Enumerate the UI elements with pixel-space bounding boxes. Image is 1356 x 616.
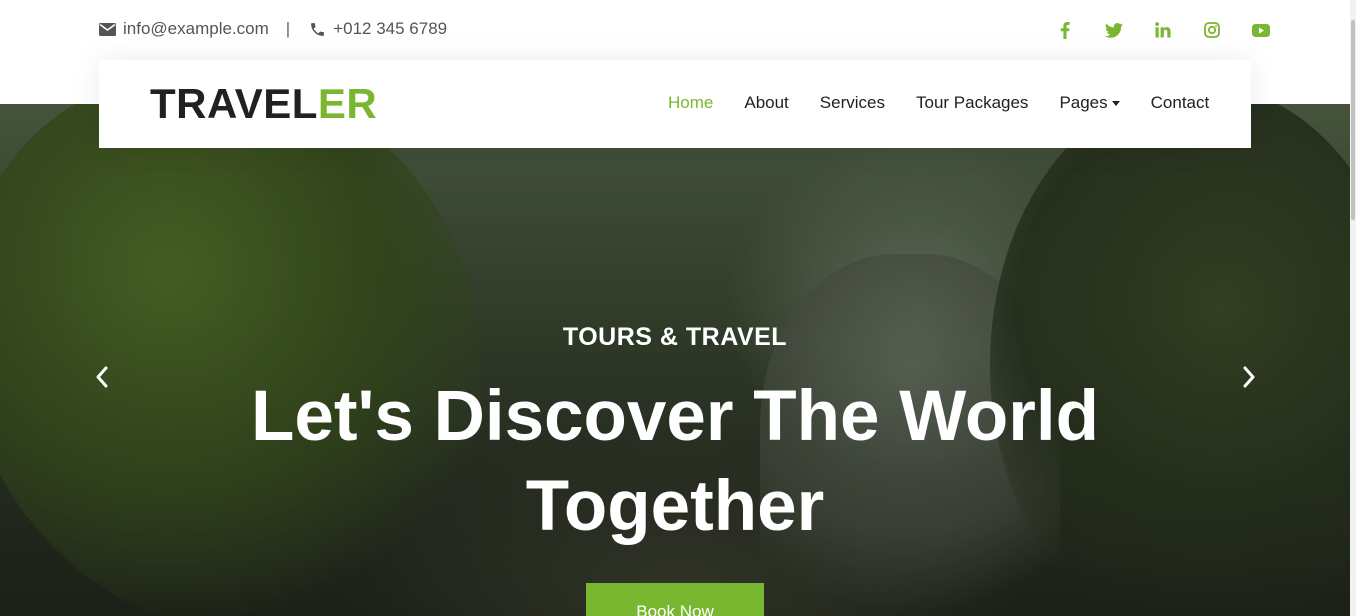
phone-icon <box>307 19 327 39</box>
brand-logo-part1: TRAVEL <box>150 80 318 127</box>
nav-tour-packages[interactable]: Tour Packages <box>916 93 1028 113</box>
facebook-icon[interactable] <box>1040 19 1089 41</box>
main-menu: Home About Services Tour Packages Pages … <box>668 93 1209 113</box>
nav-pages-dropdown[interactable]: Pages <box>1059 93 1120 113</box>
hero-headline: Let's Discover The World Together <box>250 377 1100 546</box>
contact-separator: | <box>285 19 291 38</box>
carousel-prev-icon[interactable] <box>90 362 114 392</box>
caret-down-icon <box>1111 100 1120 106</box>
nav-contact[interactable]: Contact <box>1151 93 1210 113</box>
contact-info: info@example.com | +012 345 6789 <box>97 19 447 39</box>
twitter-icon[interactable] <box>1089 19 1138 41</box>
nav-pages-label: Pages <box>1059 93 1108 112</box>
top-contact-bar: info@example.com | +012 345 6789 <box>0 0 1356 60</box>
social-links <box>1040 19 1285 41</box>
instagram-icon[interactable] <box>1187 19 1236 41</box>
navbar: TRAVELER Home About Services Tour Packag… <box>99 60 1251 148</box>
nav-home[interactable]: Home <box>668 93 713 113</box>
phone-text[interactable]: +012 345 6789 <box>333 19 447 39</box>
nav-about[interactable]: About <box>744 93 788 113</box>
page-scrollbar[interactable] <box>1350 0 1356 616</box>
scrollbar-thumb[interactable] <box>1351 20 1355 220</box>
brand-logo-part2: ER <box>317 80 378 127</box>
nav-services[interactable]: Services <box>820 93 885 113</box>
envelope-icon <box>97 19 117 39</box>
carousel-next-icon[interactable] <box>1237 362 1261 392</box>
linkedin-icon[interactable] <box>1138 19 1187 41</box>
book-now-button[interactable]: Book Now <box>586 583 764 616</box>
email-text[interactable]: info@example.com <box>123 19 269 39</box>
hero-kicker: TOURS & TRAVEL <box>562 323 788 351</box>
youtube-icon[interactable] <box>1236 19 1285 41</box>
brand-logo[interactable]: TRAVELER <box>150 82 377 126</box>
